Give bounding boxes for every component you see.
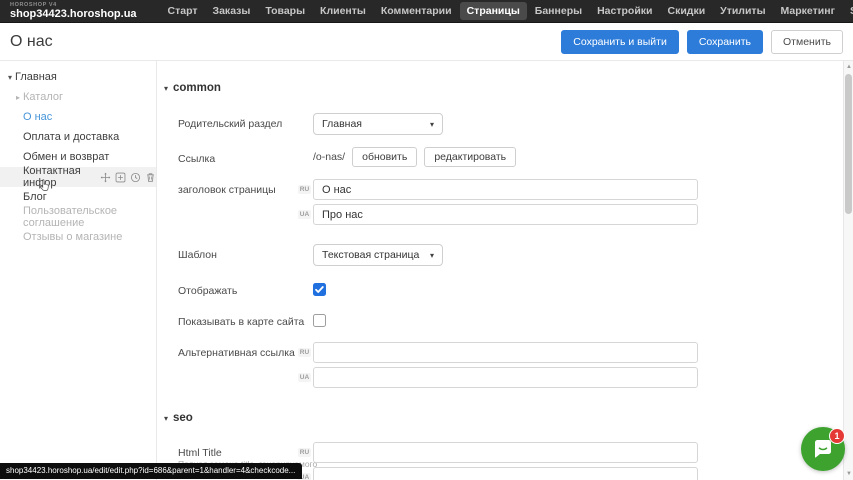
link-value: /o-nas/ [313,151,345,163]
chevron-down-icon: ▾ [430,120,434,129]
template-label: Шаблон [178,249,217,261]
nav-item-discounts[interactable]: Скидки [661,2,713,20]
tree-row-actions [100,172,156,183]
scroll-down-arrow-icon[interactable]: ▼ [844,469,853,479]
nav-item-marketing[interactable]: Маркетинг [774,2,842,20]
save-button[interactable]: Сохранить [687,30,763,54]
tree-item-label: Блог [23,191,47,203]
chevron-down-icon[interactable]: ▾ [5,73,15,82]
chevron-down-icon: ▾ [164,84,168,93]
tree-item-store-reviews[interactable]: Отзывы о магазине [0,227,156,247]
html-title-label: Html Title [178,447,222,459]
section-common-header[interactable]: ▾ common [164,82,221,94]
alt-link-ua-input[interactable] [313,367,698,388]
tree-item-label: Обмен и возврат [23,151,109,163]
add-page-icon[interactable] [115,172,126,183]
scrollbar-thumb[interactable] [845,74,852,214]
html-title-ru-input[interactable] [313,442,698,463]
page-heading-label: заголовок страницы [178,184,276,196]
link-label: Ссылка [178,153,215,165]
display-label: Отображать [178,285,237,297]
template-select[interactable]: Текстовая страница ▾ [313,244,443,266]
top-navbar: HOROSHOP V4 shop34423.horoshop.ua Старт … [0,0,853,23]
nav-item-products[interactable]: Товары [258,2,312,20]
tree-item-contact-info[interactable]: Контактная инфор [0,167,156,187]
tree-item-payment-delivery[interactable]: Оплата и доставка [0,127,156,147]
section-common-label: common [173,82,221,94]
link-update-button[interactable]: обновить [352,147,417,167]
top-nav-items: Старт Заказы Товары Клиенты Комментарии … [161,2,853,20]
sitemap-checkbox[interactable] [313,314,326,327]
html-title-ua-input[interactable] [313,467,698,480]
pages-tree-sidebar: ▾ Главная ▸ Каталог О нас Оплата и доста… [0,61,157,480]
nav-item-clients[interactable]: Клиенты [313,2,373,20]
tree-item-label: Пользовательское соглашение [23,205,156,229]
lang-tag-ru: RU [298,348,311,357]
status-url-tooltip: shop34423.horoshop.ua/edit/edit.php?id=6… [0,463,302,479]
tree-item-label: Оплата и доставка [23,131,119,143]
section-seo-header[interactable]: ▾ seo [164,412,193,424]
tree-item-catalog[interactable]: ▸ Каталог [0,87,156,107]
nav-item-utilities[interactable]: Утилиты [713,2,772,20]
tree-item-label: Каталог [23,91,63,103]
chevron-down-icon: ▾ [164,414,168,423]
horoshop-admin-app: HOROSHOP V4 shop34423.horoshop.ua Старт … [0,0,853,480]
clock-icon[interactable] [130,172,141,183]
chevron-down-icon: ▾ [430,251,434,260]
alt-link-ru-input[interactable] [313,342,698,363]
tree-item-label: Контактная инфор [23,165,94,189]
sitemap-label: Показывать в карте сайта [178,316,304,328]
nav-item-settings[interactable]: Настройки [590,2,659,20]
nav-item-start[interactable]: Старт [161,2,205,20]
tree-item-label: О нас [23,111,52,123]
lang-tag-ua: UA [298,210,311,219]
tree-item-label: Отзывы о магазине [23,231,122,243]
lang-tag-ru: RU [298,185,311,194]
tree-item-about-us[interactable]: О нас [0,107,156,127]
page-heading-ua-input[interactable] [313,204,698,225]
link-edit-button[interactable]: редактировать [424,147,516,167]
vertical-scrollbar: ▲ ▼ [843,61,853,480]
section-seo-label: seo [173,412,193,424]
scroll-up-arrow-icon[interactable]: ▲ [844,62,853,72]
lang-tag-ru: RU [298,448,311,457]
header-actions: Сохранить и выйти Сохранить Отменить [561,30,843,54]
tree-item-main[interactable]: ▾ Главная [0,67,156,87]
chat-unread-badge: 1 [829,428,845,444]
delete-icon[interactable] [145,172,156,183]
page-header: О нас Сохранить и выйти Сохранить Отмени… [0,24,853,61]
lang-tag-ua: UA [298,373,311,382]
chevron-right-icon[interactable]: ▸ [13,93,23,102]
nav-item-orders[interactable]: Заказы [206,2,258,20]
nav-item-seo[interactable]: Seo [843,2,853,20]
nav-item-banners[interactable]: Баннеры [528,2,589,20]
check-icon [313,283,326,296]
display-checkbox[interactable] [313,283,326,296]
parent-section-value: Главная [322,118,362,130]
link-row: /o-nas/ обновить редактировать [313,147,516,167]
logo-domain-label: shop34423.horoshop.ua [10,8,137,20]
save-and-exit-button[interactable]: Сохранить и выйти [561,30,679,54]
parent-section-label: Родительский раздел [178,118,282,130]
tree-item-label: Главная [15,71,57,83]
alt-link-label: Альтернативная ссылка [178,347,295,359]
page-title: О нас [10,33,53,51]
move-icon[interactable] [100,172,111,183]
template-value: Текстовая страница [322,249,419,261]
parent-section-select[interactable]: Главная ▾ [313,113,443,135]
nav-item-comments[interactable]: Комментарии [374,2,459,20]
page-edit-form: ▾ common Родительский раздел Главная ▾ С… [158,61,843,480]
page-heading-ru-input[interactable] [313,179,698,200]
logo[interactable]: HOROSHOP V4 shop34423.horoshop.ua [0,0,147,23]
tree-item-exchange-return[interactable]: Обмен и возврат [0,147,156,167]
nav-item-pages[interactable]: Страницы [460,2,527,20]
cancel-button[interactable]: Отменить [771,30,843,54]
tree-item-blog[interactable]: Блог [0,187,156,207]
tree-item-user-agreement[interactable]: Пользовательское соглашение [0,207,156,227]
